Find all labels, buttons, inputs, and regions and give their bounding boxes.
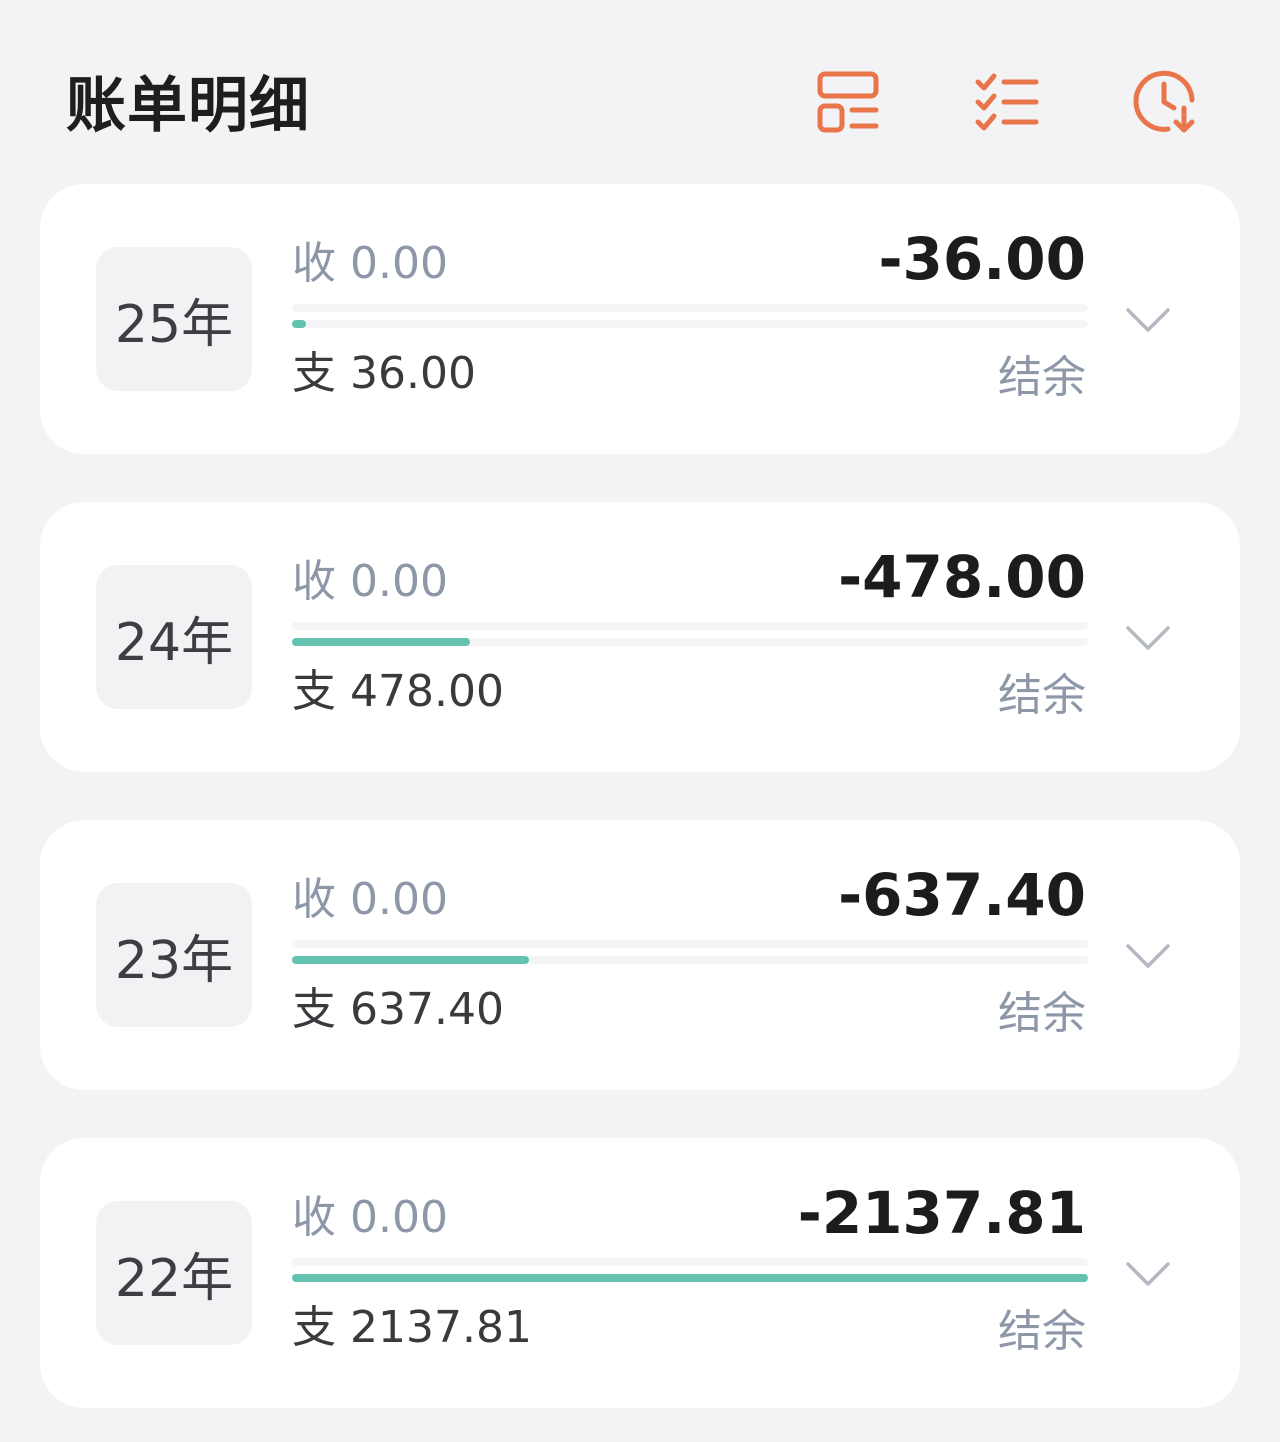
expense-text: 支 2137.81	[292, 1302, 532, 1353]
expense-bar-fill	[292, 1274, 1088, 1282]
layout-list-icon	[817, 71, 879, 133]
expand-button[interactable]	[1122, 930, 1174, 982]
balance-label: 结余	[998, 670, 1086, 721]
income-bar	[292, 304, 1088, 312]
year-card[interactable]: 25年 收 0.00 -36.00 支 36.00 结余	[40, 184, 1240, 454]
expand-button[interactable]	[1122, 1248, 1174, 1300]
checklist-icon	[975, 73, 1039, 131]
income-text: 收 0.00	[292, 874, 448, 925]
year-badge: 22年	[96, 1201, 252, 1345]
expense-text: 支 637.40	[292, 984, 504, 1035]
expense-text: 支 36.00	[292, 348, 476, 399]
income-text: 收 0.00	[292, 238, 448, 289]
income-bar	[292, 1258, 1088, 1266]
chevron-down-icon	[1126, 944, 1170, 968]
expense-bar-fill	[292, 956, 529, 964]
layout-list-button[interactable]	[810, 64, 886, 140]
year-card[interactable]: 23年 收 0.00 -637.40 支 637.40 结余	[40, 820, 1240, 1090]
year-card[interactable]: 22年 收 0.00 -2137.81 支 2137.81 结余	[40, 1138, 1240, 1408]
income-text: 收 0.00	[292, 556, 448, 607]
income-bar	[292, 622, 1088, 630]
income-bar	[292, 940, 1088, 948]
balance-label: 结余	[998, 352, 1086, 403]
income-text: 收 0.00	[292, 1192, 448, 1243]
expense-bar-fill	[292, 320, 306, 328]
chevron-down-icon	[1126, 1262, 1170, 1286]
balance-amount: -2137.81	[797, 1179, 1086, 1247]
expand-button[interactable]	[1122, 294, 1174, 346]
chevron-down-icon	[1126, 626, 1170, 650]
expense-bar	[292, 638, 1088, 646]
expense-bar	[292, 1274, 1088, 1282]
clock-download-icon	[1133, 70, 1195, 133]
year-badge: 23年	[96, 883, 252, 1027]
expense-text: 支 478.00	[292, 666, 504, 717]
balance-amount: -478.00	[838, 543, 1086, 611]
balance-label: 结余	[998, 1306, 1086, 1357]
expense-bar-fill	[292, 638, 470, 646]
year-badge: 25年	[96, 247, 252, 391]
balance-label: 结余	[998, 988, 1086, 1039]
expense-bar	[292, 956, 1088, 964]
checklist-button[interactable]	[968, 64, 1044, 140]
balance-amount: -36.00	[878, 225, 1086, 293]
year-card[interactable]: 24年 收 0.00 -478.00 支 478.00 结余	[40, 502, 1240, 772]
app-header: 账单明细	[0, 0, 1280, 180]
history-button[interactable]	[1128, 64, 1204, 140]
year-badge: 24年	[96, 565, 252, 709]
expense-bar	[292, 320, 1088, 328]
page-title: 账单明细	[66, 71, 310, 141]
chevron-down-icon	[1126, 308, 1170, 332]
expand-button[interactable]	[1122, 612, 1174, 664]
balance-amount: -637.40	[838, 861, 1086, 929]
